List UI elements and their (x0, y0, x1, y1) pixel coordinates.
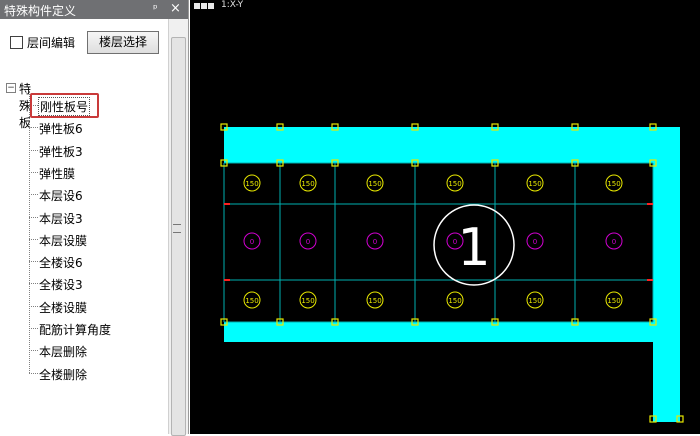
tree-item[interactable]: 配筋计算角度 (29, 317, 159, 339)
scrollbar-grip-icon (173, 224, 181, 233)
tree-connector (29, 261, 38, 263)
selection-highlight-box (30, 93, 99, 118)
slab-thickness-label: 150 (245, 297, 258, 305)
tree-item-label: 全楼设3 (39, 278, 83, 293)
tree-item[interactable]: 弹性膜 (29, 161, 159, 183)
tree-item-label: 本层设6 (39, 189, 83, 204)
tree-item-label: 全楼删除 (39, 367, 88, 382)
tree-item[interactable]: 本层设3 (29, 206, 159, 228)
tree-item-label: 弹性膜 (39, 166, 76, 181)
close-icon[interactable]: × (170, 1, 181, 16)
tree-item-label: 本层设膜 (39, 233, 88, 248)
interfloor-edit-checkbox[interactable] (10, 36, 23, 49)
tree-connector (29, 127, 38, 129)
bottom-beam[interactable] (224, 322, 666, 342)
right-beam[interactable] (653, 127, 680, 422)
tree-item-label: 本层设3 (39, 211, 83, 226)
tree-connector (29, 216, 38, 218)
slab-mid-label: 0 (533, 238, 537, 246)
slab-thickness-label: 150 (368, 297, 381, 305)
model-view[interactable]: 1:X-Y 150 0 150 150 0 150 150 0 150 150 0 150 150 0 15… (190, 0, 700, 434)
collapse-icon[interactable]: − (6, 83, 16, 93)
tree-connector (29, 372, 38, 374)
tree-item[interactable]: 弹性板3 (29, 139, 159, 161)
slab-thickness-label: 150 (528, 180, 541, 188)
tree-item[interactable]: 本层删除 (29, 339, 159, 361)
tree-connector (29, 328, 38, 329)
tree-item-label: 弹性板6 (39, 122, 83, 137)
floor-plan-canvas[interactable]: 1500150150015015001501500150150015015001… (190, 0, 700, 434)
pin-icon[interactable]: ᵖ (153, 2, 158, 15)
panel-title: 特殊构件定义 (4, 4, 77, 18)
tree-connector (29, 194, 38, 196)
slab-thickness-label: 150 (301, 180, 314, 188)
tree-item[interactable]: 全楼设膜 (29, 295, 159, 317)
scrollbar-thumb[interactable] (171, 37, 186, 436)
slab-thickness-label: 150 (528, 297, 541, 305)
floor-select-button[interactable]: 楼层选择 (87, 31, 159, 54)
tree-connector (29, 171, 38, 173)
tree-item-label: 本层删除 (39, 345, 88, 360)
slab-mid-label: 0 (612, 238, 616, 246)
top-beam[interactable] (224, 127, 680, 163)
panel-scrollbar[interactable] (168, 19, 188, 436)
tree-item-label: 弹性板3 (39, 144, 83, 159)
slab-thickness-label: 150 (448, 297, 461, 305)
rigid-slab-number: 1 (457, 218, 490, 278)
slab-thickness-label: 150 (245, 180, 258, 188)
slab-mid-label: 0 (373, 238, 377, 246)
tree-item[interactable]: 全楼删除 (29, 362, 159, 384)
slab-mid-label: 0 (250, 238, 254, 246)
special-component-panel: 特殊构件定义 ᵖ × 层间编辑 楼层选择 − 特殊板 刚性板号 弹性板6 弹性板3 弹… (0, 0, 189, 436)
tree-item-label: 全楼设6 (39, 256, 83, 271)
tree-item-label: 配筋计算角度 (39, 323, 112, 337)
tree-connector (29, 305, 38, 307)
slab-thickness-label: 150 (607, 180, 620, 188)
tree-item[interactable]: 弹性板6 (29, 116, 159, 138)
slab-thickness-label: 150 (301, 297, 314, 305)
tree-connector (29, 350, 38, 352)
slab-thickness-label: 150 (607, 297, 620, 305)
tree-connector (29, 149, 38, 151)
interfloor-edit-label[interactable]: 层间编辑 (27, 34, 75, 51)
tree-connector (29, 283, 38, 285)
slab-thickness-label: 150 (448, 180, 461, 188)
slab-thickness-label: 150 (368, 180, 381, 188)
tree-item[interactable]: 全楼设6 (29, 250, 159, 272)
tree-item[interactable]: 全楼设3 (29, 272, 159, 294)
panel-title-bar: 特殊构件定义 ᵖ × (0, 0, 188, 19)
tree-item[interactable]: 本层设膜 (29, 228, 159, 250)
tree-item[interactable]: 本层设6 (29, 183, 159, 205)
tree-connector (29, 238, 38, 240)
tree-item-label: 全楼设膜 (39, 300, 88, 315)
slab-mid-label: 0 (306, 238, 310, 246)
